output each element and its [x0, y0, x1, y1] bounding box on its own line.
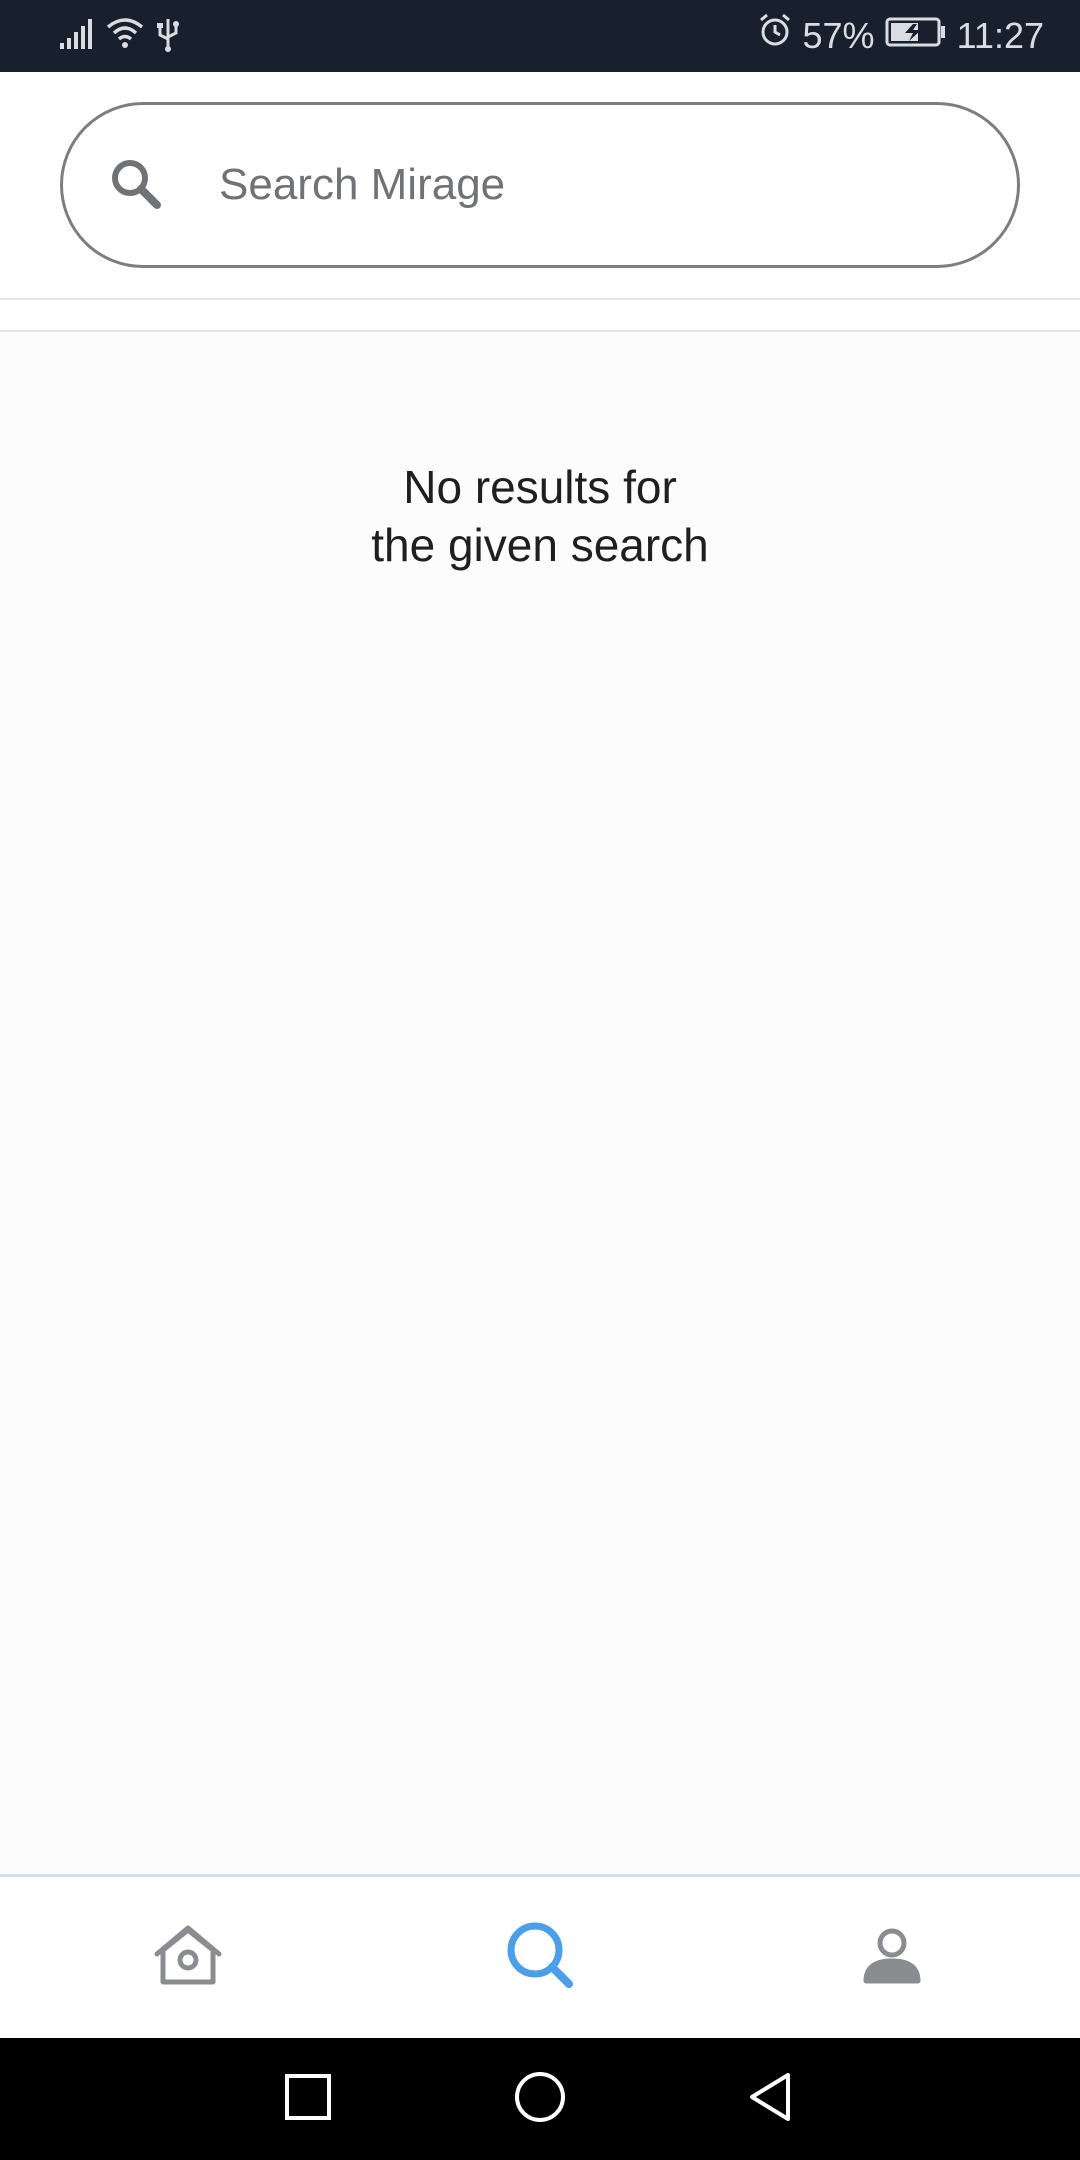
back-triangle-icon: [744, 2069, 796, 2130]
search-results-area: No results for the given search: [0, 332, 1080, 1876]
clock: 11:27: [956, 15, 1044, 56]
status-right-icons: 57% 11:27: [757, 10, 1044, 62]
nav-profile-button[interactable]: [792, 1877, 992, 2037]
search-input[interactable]: [217, 105, 977, 265]
empty-state-message: No results for the given search: [0, 458, 1080, 574]
wifi-icon: [106, 17, 144, 56]
android-navigation-bar: [0, 2038, 1080, 2160]
nav-home-button[interactable]: [88, 1877, 288, 2037]
empty-state-line-2: the given search: [371, 519, 709, 571]
profile-icon: [860, 1923, 924, 1992]
search-icon: [105, 153, 169, 217]
alarm-icon: [757, 10, 793, 62]
status-left-icons: [58, 14, 182, 58]
android-home-button[interactable]: [480, 2038, 600, 2160]
search-header: [0, 72, 1080, 300]
search-icon: [503, 1918, 577, 1997]
status-bar: 57% 11:27: [0, 0, 1080, 72]
home-icon: [153, 1920, 223, 1995]
battery-percent: 57%: [802, 15, 875, 56]
usb-icon: [154, 15, 182, 58]
square-icon: [283, 2072, 333, 2127]
signal-icon: [58, 17, 96, 56]
empty-state-line-1: No results for: [403, 461, 677, 513]
recent-apps-button[interactable]: [248, 2038, 368, 2160]
nav-search-button[interactable]: [440, 1877, 640, 2037]
back-button[interactable]: [710, 2038, 830, 2160]
circle-icon: [512, 2069, 568, 2130]
battery-charging-icon: [885, 10, 947, 62]
search-bar[interactable]: [60, 102, 1020, 268]
bottom-navigation: [0, 1874, 1080, 2038]
